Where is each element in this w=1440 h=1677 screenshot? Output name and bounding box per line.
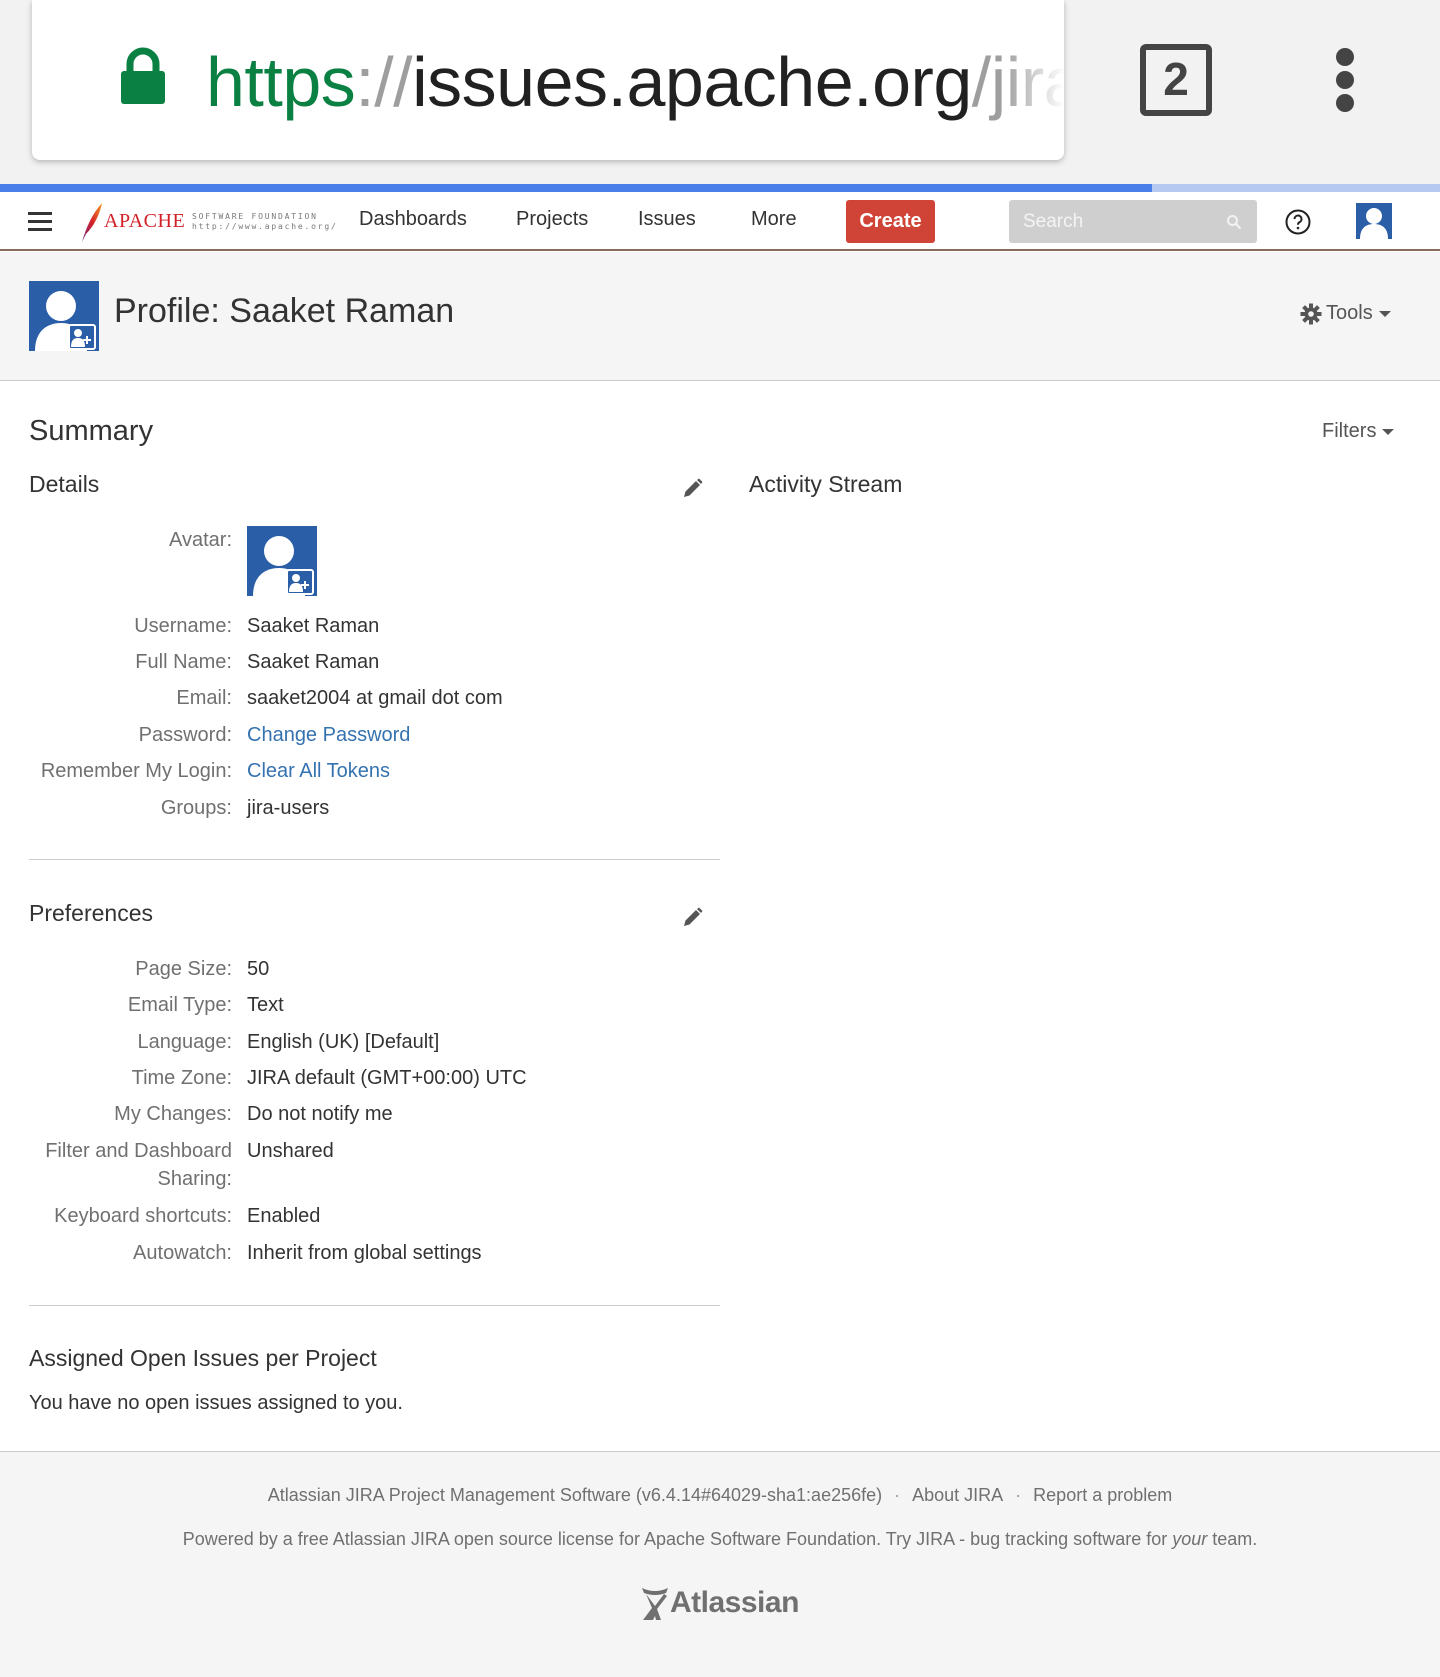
autowatch-label: Autowatch: <box>133 1242 232 1264</box>
full-name-label: Full Name: <box>135 651 232 673</box>
atlassian-logo-icon <box>642 1588 668 1620</box>
password-label: Password: <box>138 724 232 746</box>
chevron-down-icon <box>1378 310 1391 317</box>
time-zone-label: Time Zone: <box>131 1067 232 1089</box>
tab-switcher-button[interactable]: 2 <box>1140 44 1212 116</box>
filters-dropdown[interactable]: Filters <box>1322 420 1395 443</box>
nav-issues[interactable]: Issues <box>638 208 696 231</box>
profile-avatar <box>29 281 99 351</box>
apache-logo[interactable]: APACHE SOFTWARE FOUNDATION http://www.apa… <box>80 200 336 244</box>
apache-feather-icon <box>82 203 102 242</box>
email-label: Email: <box>176 687 232 709</box>
report-problem-link[interactable]: Report a problem <box>1033 1485 1172 1505</box>
footer-license-text: Powered by a free Atlassian JIRA open so… <box>182 1529 1258 1549</box>
tools-dropdown[interactable]: Tools <box>1300 302 1391 325</box>
edit-preferences-pencil-icon[interactable] <box>681 907 703 929</box>
edit-details-pencil-icon[interactable] <box>681 478 703 500</box>
software-version-link[interactable]: Atlassian JIRA Project Management Softwa… <box>268 1485 882 1505</box>
autowatch-value: Inherit from global settings <box>247 1242 482 1264</box>
full-name-value: Saaket Raman <box>247 651 380 673</box>
page-load-progress-fill <box>0 184 1152 192</box>
jira-header: APACHE SOFTWARE FOUNDATION http://www.apa… <box>0 192 1440 251</box>
gear-icon <box>1300 303 1322 325</box>
change-password-link[interactable]: Change Password <box>247 721 410 749</box>
groups-value: jira-users <box>247 797 330 819</box>
page-size-label: Page Size: <box>135 958 232 980</box>
keyboard-shortcuts-label: Keyboard shortcuts: <box>54 1205 232 1227</box>
apache-logo-word: APACHE <box>104 210 186 232</box>
keyboard-shortcuts-value: Enabled <box>247 1205 321 1227</box>
lock-icon <box>121 47 165 104</box>
browser-toolbar: https://issues.apache.org/jira/ 2 <box>0 0 1440 185</box>
my-changes-label: My Changes: <box>114 1103 232 1125</box>
username-label: Username: <box>134 615 232 637</box>
email-type-label: Email Type: <box>127 994 232 1016</box>
details-heading: Details <box>29 471 100 497</box>
search-input[interactable] <box>1009 200 1257 243</box>
apache-logo-tagline: SOFTWARE FOUNDATION http://www.apache.org… <box>192 212 338 231</box>
default-avatar-icon <box>35 291 96 351</box>
email-value: saaket2004 at gmail dot com <box>247 687 503 709</box>
address-bar[interactable]: https://issues.apache.org/jira/ <box>32 0 1064 160</box>
sharing-label: Filter and Dashboard Sharing: <box>45 1140 232 1190</box>
nav-projects[interactable]: Projects <box>516 208 588 231</box>
groups-label: Groups: <box>160 797 232 819</box>
section-divider <box>29 1305 720 1306</box>
username-value: Saaket Raman <box>247 615 380 637</box>
user-avatar[interactable] <box>1356 203 1392 239</box>
help-icon[interactable] <box>1285 209 1311 235</box>
language-value: English (UK) [Default] <box>247 1031 440 1053</box>
create-button[interactable]: Create <box>846 200 935 243</box>
assigned-issues-heading: Assigned Open Issues per Project <box>29 1345 377 1371</box>
page-title: Profile: Saaket Raman <box>114 292 455 330</box>
nav-more[interactable]: More <box>751 208 797 231</box>
search-icon[interactable] <box>1226 214 1242 230</box>
language-label: Language: <box>137 1031 232 1053</box>
details-avatar[interactable] <box>247 526 317 596</box>
footer: Atlassian JIRA Project Management Softwa… <box>0 1451 1440 1677</box>
footer-links: Atlassian JIRA Project Management Softwa… <box>267 1485 1173 1505</box>
user-silhouette-icon <box>1360 208 1388 239</box>
avatar-label: Avatar: <box>169 529 232 551</box>
hamburger-menu-icon[interactable] <box>28 212 52 232</box>
time-zone-value: JIRA default (GMT+00:00) UTC <box>247 1067 527 1089</box>
profile-header: Profile: Saaket Raman Tools <box>0 252 1440 381</box>
url-fade <box>1004 0 1064 160</box>
url-text[interactable]: https://issues.apache.org/jira/ <box>206 42 1064 122</box>
activity-stream-heading: Activity Stream <box>749 471 903 497</box>
atlassian-logo[interactable]: Atlassian <box>640 1584 802 1624</box>
default-avatar-icon <box>253 536 314 596</box>
clear-all-tokens-link[interactable]: Clear All Tokens <box>247 757 390 785</box>
kebab-menu-icon[interactable] <box>1332 46 1360 114</box>
assigned-issues-empty-message: You have no open issues assigned to you. <box>29 1392 403 1414</box>
chevron-down-icon <box>1382 428 1395 435</box>
page-load-progress <box>0 184 1440 192</box>
about-jira-link[interactable]: About JIRA <box>912 1485 1003 1505</box>
preferences-heading: Preferences <box>29 900 154 926</box>
summary-heading: Summary <box>29 415 154 447</box>
section-divider <box>29 859 720 860</box>
my-changes-value: Do not notify me <box>247 1103 393 1125</box>
email-type-value: Text <box>247 994 284 1016</box>
remember-login-label: Remember My Login: <box>40 760 232 782</box>
sharing-value: Unshared <box>247 1140 334 1162</box>
page-size-value: 50 <box>247 958 270 980</box>
nav-dashboards[interactable]: Dashboards <box>359 208 467 231</box>
